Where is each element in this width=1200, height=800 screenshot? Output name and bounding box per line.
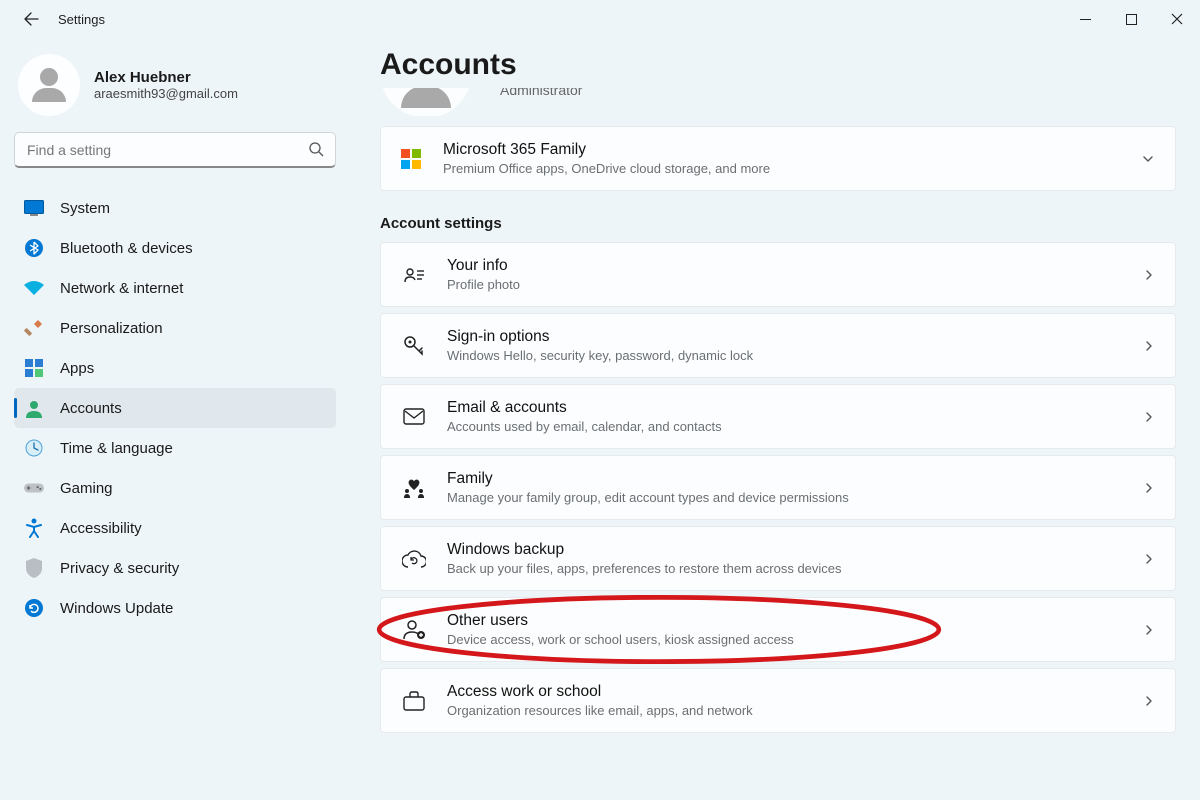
accounts-icon [24, 398, 44, 418]
row-title: Family [447, 470, 1143, 488]
admin-label: Administrator [500, 88, 582, 98]
otherusers-icon [401, 617, 427, 643]
row-sub: Accounts used by email, calendar, and co… [447, 419, 1143, 434]
row-yourinfo[interactable]: Your info Profile photo [380, 242, 1176, 307]
title-bar: Settings [0, 0, 1200, 38]
sidebar-item-label: Network & internet [60, 280, 183, 297]
row-title: Access work or school [447, 683, 1143, 701]
sidebar-item-label: Accounts [60, 400, 122, 417]
system-icon [24, 198, 44, 218]
apps-icon [24, 358, 44, 378]
main-content: Accounts Administrator Microsoft 365 Fam… [350, 38, 1200, 800]
gaming-icon [24, 478, 44, 498]
row-key[interactable]: Sign-in options Windows Hello, security k… [380, 313, 1176, 378]
search-box [14, 132, 336, 168]
sidebar-item-label: Accessibility [60, 520, 142, 537]
network-icon [24, 278, 44, 298]
sidebar-item-system[interactable]: System [14, 188, 336, 228]
chevron-right-icon [1143, 695, 1155, 707]
sidebar-item-update[interactable]: Windows Update [14, 588, 336, 628]
chevron-down-icon [1141, 152, 1155, 166]
row-sub: Organization resources like email, apps,… [447, 703, 1143, 718]
sidebar-item-label: Personalization [60, 320, 163, 337]
profile-name: Alex Huebner [94, 69, 238, 86]
chevron-right-icon [1143, 624, 1155, 636]
maximize-button[interactable] [1108, 3, 1154, 35]
row-title: Other users [447, 612, 1143, 630]
nav-list: System Bluetooth & devices Network & inter… [14, 188, 336, 628]
row-sub: Device access, work or school users, kio… [447, 632, 1143, 647]
update-icon [24, 598, 44, 618]
key-icon [401, 333, 427, 359]
window-controls [1062, 3, 1200, 35]
sidebar-item-gaming[interactable]: Gaming [14, 468, 336, 508]
sidebar-item-apps[interactable]: Apps [14, 348, 336, 388]
chevron-right-icon [1143, 340, 1155, 352]
page-title: Accounts [380, 48, 1176, 82]
personalization-icon [24, 318, 44, 338]
bluetooth-icon [24, 238, 44, 258]
sidebar-item-time[interactable]: Time & language [14, 428, 336, 468]
row-sub: Windows Hello, security key, password, d… [447, 348, 1143, 363]
row-sub: Profile photo [447, 277, 1143, 292]
minimize-button[interactable] [1062, 3, 1108, 35]
ms365-card[interactable]: Microsoft 365 Family Premium Office apps… [380, 126, 1176, 191]
chevron-right-icon [1143, 482, 1155, 494]
sidebar-item-personalization[interactable]: Personalization [14, 308, 336, 348]
sidebar-item-bluetooth[interactable]: Bluetooth & devices [14, 228, 336, 268]
sidebar-item-label: Gaming [60, 480, 113, 497]
row-title: Sign-in options [447, 328, 1143, 346]
work-icon [401, 688, 427, 714]
row-family[interactable]: Family Manage your family group, edit acc… [380, 455, 1176, 520]
sidebar-item-privacy[interactable]: Privacy & security [14, 548, 336, 588]
section-label: Account settings [380, 215, 1176, 232]
sidebar-item-label: Apps [60, 360, 94, 377]
privacy-icon [24, 558, 44, 578]
row-sub: Manage your family group, edit account t… [447, 490, 1143, 505]
avatar [18, 54, 80, 116]
window-title: Settings [58, 12, 105, 27]
sidebar-item-network[interactable]: Network & internet [14, 268, 336, 308]
row-sub: Back up your files, apps, preferences to… [447, 561, 1143, 576]
settings-rows: Your info Profile photo Sign-in options Win… [380, 242, 1176, 733]
microsoft-logo-icon [401, 149, 421, 169]
row-title: Windows backup [447, 541, 1143, 559]
row-backup[interactable]: Windows backup Back up your files, apps, … [380, 526, 1176, 591]
sidebar-item-label: Bluetooth & devices [60, 240, 193, 257]
chevron-right-icon [1143, 411, 1155, 423]
row-work[interactable]: Access work or school Organization resour… [380, 668, 1176, 733]
ms365-sub: Premium Office apps, OneDrive cloud stor… [443, 161, 1141, 176]
family-icon [401, 475, 427, 501]
ms365-title: Microsoft 365 Family [443, 141, 1141, 159]
profile-block[interactable]: Alex Huebner araesmith93@gmail.com [14, 48, 336, 132]
yourinfo-icon [401, 262, 427, 288]
profile-email: araesmith93@gmail.com [94, 86, 238, 101]
search-icon[interactable] [308, 141, 324, 157]
sidebar-item-accounts[interactable]: Accounts [14, 388, 336, 428]
sidebar-item-accessibility[interactable]: Accessibility [14, 508, 336, 548]
sidebar-item-label: Privacy & security [60, 560, 179, 577]
sidebar: Alex Huebner araesmith93@gmail.com Syste… [0, 38, 350, 800]
chevron-right-icon [1143, 553, 1155, 565]
arrow-left-icon [23, 11, 39, 27]
account-header-cutoff: Administrator [380, 88, 1176, 116]
sidebar-item-label: Windows Update [60, 600, 173, 617]
time-icon [24, 438, 44, 458]
row-otherusers[interactable]: Other users Device access, work or school… [380, 597, 1176, 662]
backup-icon [401, 546, 427, 572]
close-button[interactable] [1154, 3, 1200, 35]
row-title: Email & accounts [447, 399, 1143, 417]
row-mail[interactable]: Email & accounts Accounts used by email, … [380, 384, 1176, 449]
chevron-right-icon [1143, 269, 1155, 281]
search-input[interactable] [14, 132, 336, 168]
back-button[interactable] [16, 4, 46, 34]
sidebar-item-label: Time & language [60, 440, 173, 457]
sidebar-item-label: System [60, 200, 110, 217]
row-title: Your info [447, 257, 1143, 275]
accessibility-icon [24, 518, 44, 538]
mail-icon [401, 404, 427, 430]
